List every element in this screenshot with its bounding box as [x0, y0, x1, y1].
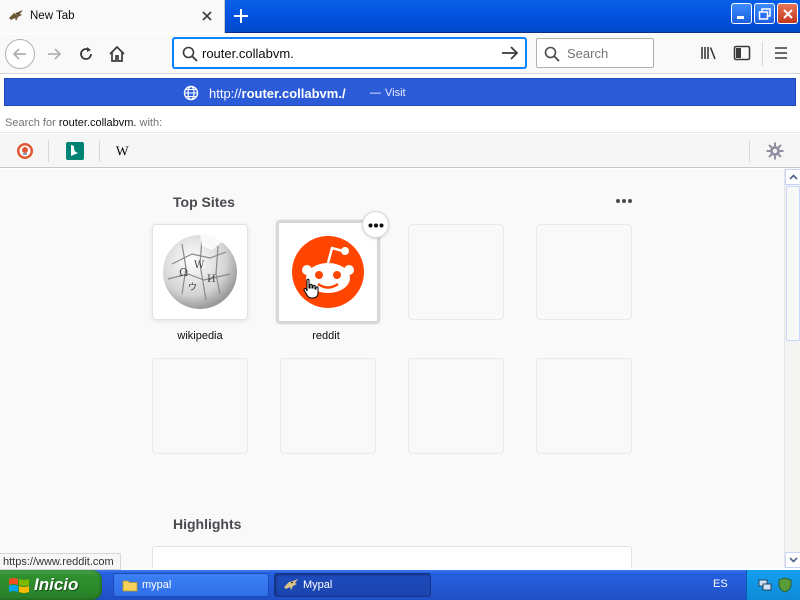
taskbar-item-label: mypal: [142, 579, 172, 591]
url-input[interactable]: [202, 44, 492, 62]
scroll-down-button[interactable]: [785, 552, 800, 568]
tab-title: New Tab: [30, 10, 75, 22]
close-tab-icon[interactable]: [199, 8, 215, 24]
autocomplete-url: http://router.collabvm./: [209, 86, 346, 101]
forward-button[interactable]: [39, 39, 69, 69]
bing-icon[interactable]: [66, 142, 84, 160]
hamburger-menu-icon[interactable]: [773, 45, 789, 61]
duckduckgo-icon[interactable]: [16, 142, 34, 160]
search-for-label: Search for router.collabvm. with:: [0, 113, 800, 133]
search-icon: [182, 46, 198, 62]
autocomplete-action: — Visit: [370, 87, 406, 99]
tile-context-menu-button[interactable]: [362, 211, 389, 238]
library-icon[interactable]: [700, 45, 718, 61]
title-bar: New Tab: [0, 0, 800, 33]
taskbar-item-folder[interactable]: mypal: [113, 573, 269, 597]
vertical-scrollbar[interactable]: [784, 169, 800, 568]
toolbar-separator: [762, 42, 763, 66]
close-icon: [783, 9, 793, 19]
more-options-icon[interactable]: [614, 195, 634, 207]
top-site-tile-empty: [536, 224, 632, 320]
chevron-up-icon: [789, 174, 798, 180]
top-site-tile-empty: [536, 358, 632, 454]
svg-text:И: И: [207, 274, 216, 285]
sidebar-icon[interactable]: [733, 45, 751, 61]
engine-separator: [99, 140, 100, 162]
engine-separator: [749, 140, 750, 162]
highlights-card[interactable]: [152, 546, 632, 568]
top-site-tile-empty: [408, 224, 504, 320]
wikipedia-icon[interactable]: W: [115, 142, 133, 160]
reload-icon: [80, 47, 92, 60]
minimize-button[interactable]: [731, 3, 752, 24]
start-label: Inicio: [34, 575, 79, 594]
more-options-icon: [368, 223, 384, 228]
windows-logo-icon: [9, 578, 29, 593]
windows-taskbar: Inicio mypal Mypal ES: [0, 570, 800, 600]
scroll-up-button[interactable]: [785, 169, 800, 185]
wikipedia-globe-icon: Ω W И ウ: [163, 234, 237, 309]
top-site-tile-empty: [280, 358, 376, 454]
status-link-tooltip: https://www.reddit.com: [0, 553, 121, 570]
url-bar[interactable]: [173, 38, 526, 68]
taskbar-item-browser[interactable]: Mypal: [274, 573, 431, 597]
top-sites-heading: Top Sites: [173, 194, 235, 210]
top-site-label: wikipedia: [177, 330, 223, 342]
tab-new-tab[interactable]: New Tab: [0, 0, 225, 33]
svg-text:W: W: [194, 260, 205, 271]
top-site-tile-empty: [408, 358, 504, 454]
chevron-down-icon: [789, 557, 798, 563]
new-tab-page: Top Sites Ω W И ウ wikipedia reddit Highl…: [0, 169, 784, 568]
back-button[interactable]: [5, 39, 35, 69]
top-site-label: reddit: [312, 330, 340, 342]
mypal-bird-icon: [284, 579, 298, 590]
new-tab-plus-icon[interactable]: [230, 5, 252, 27]
url-autocomplete-popup: http://router.collabvm./ — Visit Search f…: [0, 75, 800, 168]
minimize-icon: [737, 16, 744, 19]
language-indicator[interactable]: ES: [713, 578, 728, 590]
close-window-button[interactable]: [777, 3, 798, 24]
engine-separator: [48, 140, 49, 162]
reddit-icon: [292, 236, 364, 308]
forward-arrow-icon: [48, 48, 62, 60]
top-site-tile-empty: [152, 358, 248, 454]
svg-text:ウ: ウ: [188, 282, 197, 293]
highlights-heading: Highlights: [173, 516, 242, 532]
restore-icon: [758, 8, 771, 20]
one-off-search-engines: W: [0, 134, 800, 167]
taskbar-item-label: Mypal: [303, 579, 333, 591]
top-site-tile-reddit[interactable]: [276, 220, 380, 324]
shield-icon[interactable]: [777, 577, 793, 593]
scroll-thumb[interactable]: [786, 186, 800, 341]
svg-text:W: W: [116, 144, 129, 159]
folder-icon: [122, 580, 138, 592]
home-button[interactable]: [102, 39, 132, 69]
network-icon[interactable]: [757, 577, 773, 593]
search-bar[interactable]: [536, 38, 654, 68]
go-arrow-icon[interactable]: [501, 45, 519, 61]
svg-text:Ω: Ω: [179, 266, 188, 279]
search-icon: [544, 46, 560, 62]
gear-icon[interactable]: [766, 142, 784, 160]
reload-button[interactable]: [71, 39, 101, 69]
start-button[interactable]: Inicio: [0, 570, 102, 600]
globe-icon: [183, 85, 199, 101]
navigation-toolbar: [0, 34, 800, 74]
system-tray: [746, 570, 800, 600]
top-site-tile-wikipedia[interactable]: Ω W И ウ: [152, 224, 248, 320]
home-icon: [109, 45, 125, 62]
mouse-pointer-icon: [303, 278, 319, 299]
restore-button[interactable]: [754, 3, 775, 24]
autocomplete-visit-row[interactable]: http://router.collabvm./ — Visit: [4, 78, 796, 106]
back-arrow-icon: [12, 48, 26, 60]
search-input[interactable]: [567, 46, 649, 61]
mypal-bird-icon: [9, 10, 23, 21]
